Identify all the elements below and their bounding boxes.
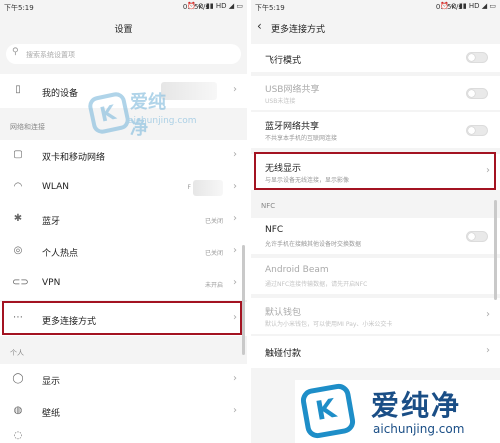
phone-icon: ▯ <box>15 84 21 95</box>
highlight-box <box>254 152 496 190</box>
airplane-toggle[interactable] <box>466 52 488 63</box>
title-bar: ‹ 更多连接方式 <box>251 16 500 38</box>
watermark-badge-icon: K <box>86 90 132 136</box>
wallpaper-icon: ◍ <box>13 405 23 416</box>
vpn-icon: ⊂⊃ <box>12 277 29 288</box>
item-bluetooth[interactable]: ✱ 蓝牙 已关闭 › <box>0 204 247 236</box>
scrollbar[interactable] <box>494 200 497 300</box>
item-label: 蓝牙 <box>42 217 61 227</box>
item-android-beam[interactable]: Android Beam 通过NFC连接传输数据，请先开启NFC <box>251 258 500 294</box>
item-status: F <box>187 184 191 191</box>
item-label: 壁纸 <box>42 409 61 419</box>
status-bar: 下午5:19 0.05K/s ⏰ ⊙ ▮▮ HD ◢ ▭ <box>251 0 500 16</box>
item-status: 未开启 <box>204 282 223 289</box>
item-status: 已关闭 <box>204 250 223 257</box>
chevron-right-icon: › <box>486 309 490 320</box>
chevron-right-icon: › <box>233 245 237 256</box>
title-bar: 设置 <box>0 16 247 38</box>
item-vpn[interactable]: ⊂⊃ VPN 未开启 › <box>0 268 247 300</box>
item-display[interactable]: ◯ 显示 › <box>0 364 247 396</box>
watermark-brand: 爱纯净 <box>371 389 462 422</box>
chevron-right-icon: › <box>233 84 237 95</box>
sim-icon: ▢ <box>13 149 23 160</box>
watermark-logo: K 爱纯净 aichunjing.com <box>86 86 197 146</box>
item-default-wallet[interactable]: 默认钱包 默认为小米钱包，可以使用MI Pay、小米公交卡 › <box>251 298 500 334</box>
page-title: 更多连接方式 <box>271 25 326 35</box>
status-bar: 下午5:19 0.05K/s ⏰ ⊙ ▮▮ HD ◢ ▭ <box>0 0 247 16</box>
section-personal-header: 个人 <box>10 349 24 357</box>
item-partial: ◌ <box>0 428 247 443</box>
wifi-icon: ◠ <box>13 181 23 192</box>
display-icon: ◯ <box>12 373 24 384</box>
item-label: 蓝牙网络共享 <box>265 122 320 132</box>
item-label: 默认钱包 <box>265 308 302 318</box>
search-icon: ⚲ <box>12 47 19 57</box>
item-touch-pay[interactable]: 触碰付款 › <box>251 336 500 368</box>
chevron-right-icon: › <box>233 149 237 160</box>
item-bluetooth-tethering[interactable]: 蓝牙网络共享 不共享本手机的互联网连接 <box>251 112 500 148</box>
highlight-box <box>2 301 242 335</box>
item-label: WLAN <box>42 182 70 192</box>
watermark-brand: 爱纯净 <box>130 92 166 139</box>
back-arrow-icon[interactable]: ‹ <box>257 19 262 33</box>
bluetooth-icon: ✱ <box>13 213 23 224</box>
status-icons: ⏰ ⊙ ▮▮ HD ◢ ▭ <box>186 2 243 10</box>
item-hotspot[interactable]: ◎ 个人热点 已关闭 › <box>0 236 247 268</box>
item-nfc[interactable]: NFC 允许手机在接触其他设备时交换数据 <box>251 218 500 254</box>
chevron-right-icon: › <box>233 405 237 416</box>
settings-screen: 下午5:19 0.05K/s ⏰ ⊙ ▮▮ HD ◢ ▭ 设置 ⚲ 搜索系统设置… <box>0 0 247 443</box>
status-time: 下午5:19 <box>255 4 285 12</box>
chevron-right-icon: › <box>486 345 490 356</box>
section-nfc-header: NFC <box>261 202 276 210</box>
search-placeholder: 搜索系统设置项 <box>26 51 75 59</box>
item-status: 已关闭 <box>204 218 223 225</box>
item-label: 飞行模式 <box>265 56 302 66</box>
chevron-right-icon: › <box>233 277 237 288</box>
bt-share-toggle[interactable] <box>466 125 488 136</box>
item-label: Android Beam <box>265 265 329 275</box>
partial-icon: ◌ <box>13 430 23 441</box>
status-icons: ⏰ ⊙ ▮▮ HD ◢ ▭ <box>439 2 496 10</box>
watermark-domain: aichunjing.com <box>373 422 465 436</box>
chevron-right-icon: › <box>233 213 237 224</box>
item-sub: 允许手机在接触其他设备时交换数据 <box>265 241 362 248</box>
item-label: 显示 <box>42 377 61 387</box>
item-label: VPN <box>42 278 61 288</box>
watermark-logo: K 爱纯净 aichunjing.com <box>295 380 500 443</box>
item-wlan[interactable]: ◠ WLAN F › <box>0 172 247 204</box>
item-label: NFC <box>265 225 284 235</box>
item-label: USB网络共享 <box>265 85 320 95</box>
scrollbar[interactable] <box>242 245 245 355</box>
item-label: 双卡和移动网络 <box>42 153 106 163</box>
watermark-badge-icon: K <box>299 382 357 440</box>
blurred-value <box>193 180 223 196</box>
status-time: 下午5:19 <box>4 4 34 12</box>
item-label: 触碰付款 <box>265 349 302 359</box>
watermark-domain: aichunjing.com <box>128 116 197 126</box>
item-usb-tethering[interactable]: USB网络共享 USB未连接 <box>251 76 500 110</box>
item-label: 个人热点 <box>42 249 79 259</box>
item-sub: USB未连接 <box>265 98 296 105</box>
item-airplane-mode[interactable]: 飞行模式 <box>251 44 500 72</box>
item-sub: 默认为小米钱包，可以使用MI Pay、小米公交卡 <box>265 321 393 328</box>
more-connections-screen: 下午5:19 0.05K/s ⏰ ⊙ ▮▮ HD ◢ ▭ ‹ 更多连接方式 飞行… <box>251 0 500 443</box>
usb-toggle[interactable] <box>466 88 488 99</box>
search-input[interactable]: ⚲ 搜索系统设置项 <box>6 44 241 64</box>
nfc-toggle[interactable] <box>466 231 488 242</box>
item-sub: 通过NFC连接传输数据，请先开启NFC <box>265 281 368 288</box>
my-device-label: 我的设备 <box>42 89 79 99</box>
item-wallpaper[interactable]: ◍ 壁纸 › <box>0 396 247 428</box>
hotspot-icon: ◎ <box>13 245 23 256</box>
item-sub: 不共享本手机的互联网连接 <box>265 135 338 142</box>
chevron-right-icon: › <box>233 181 237 192</box>
page-title: 设置 <box>114 25 133 35</box>
chevron-right-icon: › <box>233 373 237 384</box>
